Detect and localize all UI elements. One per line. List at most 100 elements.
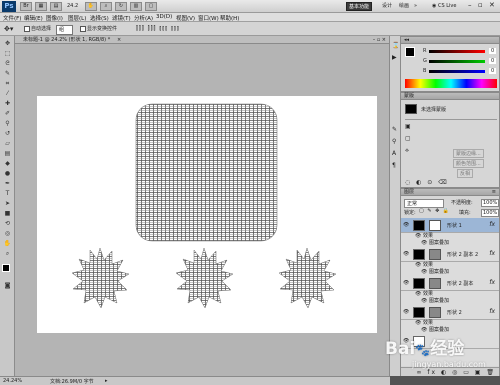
layer-fx-icon[interactable]: fx [489,279,495,286]
clone-stamp-tool-icon[interactable]: ⚲ [3,120,12,128]
visibility-eye-icon[interactable]: 👁 [403,280,409,286]
3d-rotate-tool-icon[interactable]: ⟲ [3,220,12,228]
color-value-b[interactable]: 0 [489,68,497,74]
mask-edge-button[interactable]: 蒙版边缘... [453,149,484,158]
vector-mask-icon[interactable]: ▢ [405,135,411,142]
path-select-tool-icon[interactable]: ➤ [3,200,12,208]
layer-row[interactable]: 👁 形状 1 fx [401,218,499,233]
menu-file[interactable]: 文件(F) [3,14,21,22]
fill-input[interactable]: 100% [481,209,500,217]
effect-eye-icon[interactable]: 👁 [421,240,429,246]
invert-button[interactable]: 反相 [457,169,474,178]
move-tool-preset-icon[interactable]: ✥▾ [4,25,13,33]
auto-select-target-dropdown[interactable]: 组 [56,25,74,35]
zoom-level-display[interactable]: 24.2 [67,3,78,9]
layer-name[interactable]: 形状 1 [447,222,462,229]
layer-fx-icon[interactable]: fx [489,250,495,257]
lasso-tool-icon[interactable]: ᘓ [3,60,12,68]
close-button[interactable]: ✕ [489,1,495,9]
paragraph-panel-icon[interactable]: ¶ [392,162,396,169]
arrange-documents-icon[interactable]: ▥ [130,2,142,11]
document-canvas[interactable] [37,96,377,333]
pixel-mask-icon[interactable]: ▣ [405,123,411,130]
color-spectrum-ramp[interactable] [405,79,497,88]
layer-row[interactable]: 👁 形状 2 fx [401,305,499,320]
effect-item-row[interactable]: 👁 图案叠加 [401,240,499,247]
layer-name[interactable]: 形状 2 副本 [447,280,473,287]
effects-eye-icon[interactable]: 👁 [415,262,423,268]
type-tool-icon[interactable]: T [3,190,12,198]
menu-analysis[interactable]: 分析(A) [134,14,153,22]
workspace-essentials-button[interactable]: 基本功能 [346,2,373,11]
menu-image[interactable]: 图像(I) [46,14,63,22]
layer-row[interactable]: 👁 形状 2 副本 fx [401,276,499,291]
workspace-design-button[interactable]: 设计 [380,2,394,11]
visibility-eye-icon[interactable]: 👁 [403,222,409,228]
3d-orbit-tool-icon[interactable]: ◎ [3,230,12,238]
effects-row[interactable]: 👁 效果 [401,291,499,298]
history-brush-tool-icon[interactable]: ↺ [3,130,12,138]
minibridge-icon[interactable]: ▦ [35,2,47,11]
effect-item-row[interactable]: 👁 图案叠加 [401,298,499,305]
status-doc-info[interactable]: 文档:26.9M/0 字节 [50,378,94,385]
screen-mode-icon[interactable]: ▢ [145,2,157,11]
layers-panel-menu-icon[interactable]: ≡ [492,189,496,196]
color-slider-g[interactable] [429,60,485,63]
auto-select-checkbox[interactable]: 自动选择 [24,25,51,33]
menu-3d[interactable]: 3D(D) [156,14,172,20]
effects-row[interactable]: 👁 效果 [401,262,499,269]
workspace-painting-button[interactable]: 绘画 [397,2,411,11]
move-tool-icon[interactable]: ✥ [3,40,12,48]
align-buttons-icon[interactable]: ⫿⫿⫿ ⫿⫿⫿ ⫾⫾⫾ ⫾⫾⫾ [136,25,180,33]
effect-item-row[interactable]: 👁 图案叠加 [401,327,499,334]
gradient-tool-icon[interactable]: ▤ [3,150,12,158]
effect-item-row[interactable]: 👁 图案叠加 [401,269,499,276]
document-window-controls-icon[interactable]: – ▫ × [373,36,386,44]
cslive-button[interactable]: ◉ CS Live [432,3,456,9]
menu-edit[interactable]: 编辑(E) [24,14,43,22]
layer-name[interactable]: 形状 2 副本 2 [447,251,478,258]
menu-window[interactable]: 窗口(W) [198,14,219,22]
color-value-r[interactable]: 0 [489,48,497,54]
eraser-tool-icon[interactable]: ▱ [3,140,12,148]
color-value-g[interactable]: 0 [489,58,497,64]
layer-name[interactable]: 形状 2 [447,309,462,316]
color-panel-tabs-icon[interactable]: ◂◂ [404,37,409,43]
opacity-input[interactable]: 100% [481,199,500,207]
brush-tool-icon[interactable]: ✐ [3,110,12,118]
foreground-color-swatch[interactable] [2,264,10,272]
layer-fx-icon[interactable]: fx [489,221,495,228]
quick-select-tool-icon[interactable]: ✎ [3,70,12,78]
layers-panel-title[interactable]: 图层 [404,189,414,195]
status-zoom[interactable]: 24.24% [3,378,22,384]
brush-panel-icon[interactable]: ✎ [392,126,397,133]
color-range-button[interactable]: 颜色范围... [453,159,484,168]
effects-row[interactable]: 👁 效果 [401,233,499,240]
menu-view[interactable]: 视图(V) [176,14,195,22]
hand-tool-icon[interactable]: ✋ [85,2,97,11]
zoom-tool-icon[interactable]: ⌕ [100,2,112,11]
view-extras-icon[interactable]: ▤ [50,2,62,11]
effect-eye-icon[interactable]: 👁 [421,327,429,333]
layer-row[interactable]: 👁 形状 2 副本 2 fx [401,247,499,262]
effects-eye-icon[interactable]: 👁 [415,233,423,239]
healing-brush-tool-icon[interactable]: ✚ [3,100,12,108]
bridge-icon[interactable]: Br [20,2,32,11]
marquee-tool-icon[interactable]: ⬚ [3,50,12,58]
effects-eye-icon[interactable]: 👁 [415,291,423,297]
restore-button[interactable]: ▫ [478,1,483,9]
character-panel-icon[interactable]: A [392,150,396,157]
masks-panel-title[interactable]: 蒙版 [404,93,414,99]
menu-select[interactable]: 选择(S) [90,14,109,22]
color-slider-b[interactable] [429,70,485,73]
show-transform-checkbox[interactable]: 显示变换控件 [80,25,117,33]
color-fg-swatch[interactable] [405,47,415,57]
menu-filter[interactable]: 滤镜(T) [112,14,131,22]
effect-eye-icon[interactable]: 👁 [421,298,429,304]
blur-tool-icon[interactable]: ◆ [3,160,12,168]
history-panel-icon[interactable]: ⌛ [392,42,399,49]
minimize-button[interactable]: – [468,1,472,9]
zoom-tool-icon-box[interactable]: ⌕ [3,250,12,258]
document-tab[interactable]: 未标题-1 @ 24.2% (形状 1, RGB/8) * × – ▫ × [15,36,389,44]
visibility-eye-icon[interactable]: 👁 [403,251,409,257]
